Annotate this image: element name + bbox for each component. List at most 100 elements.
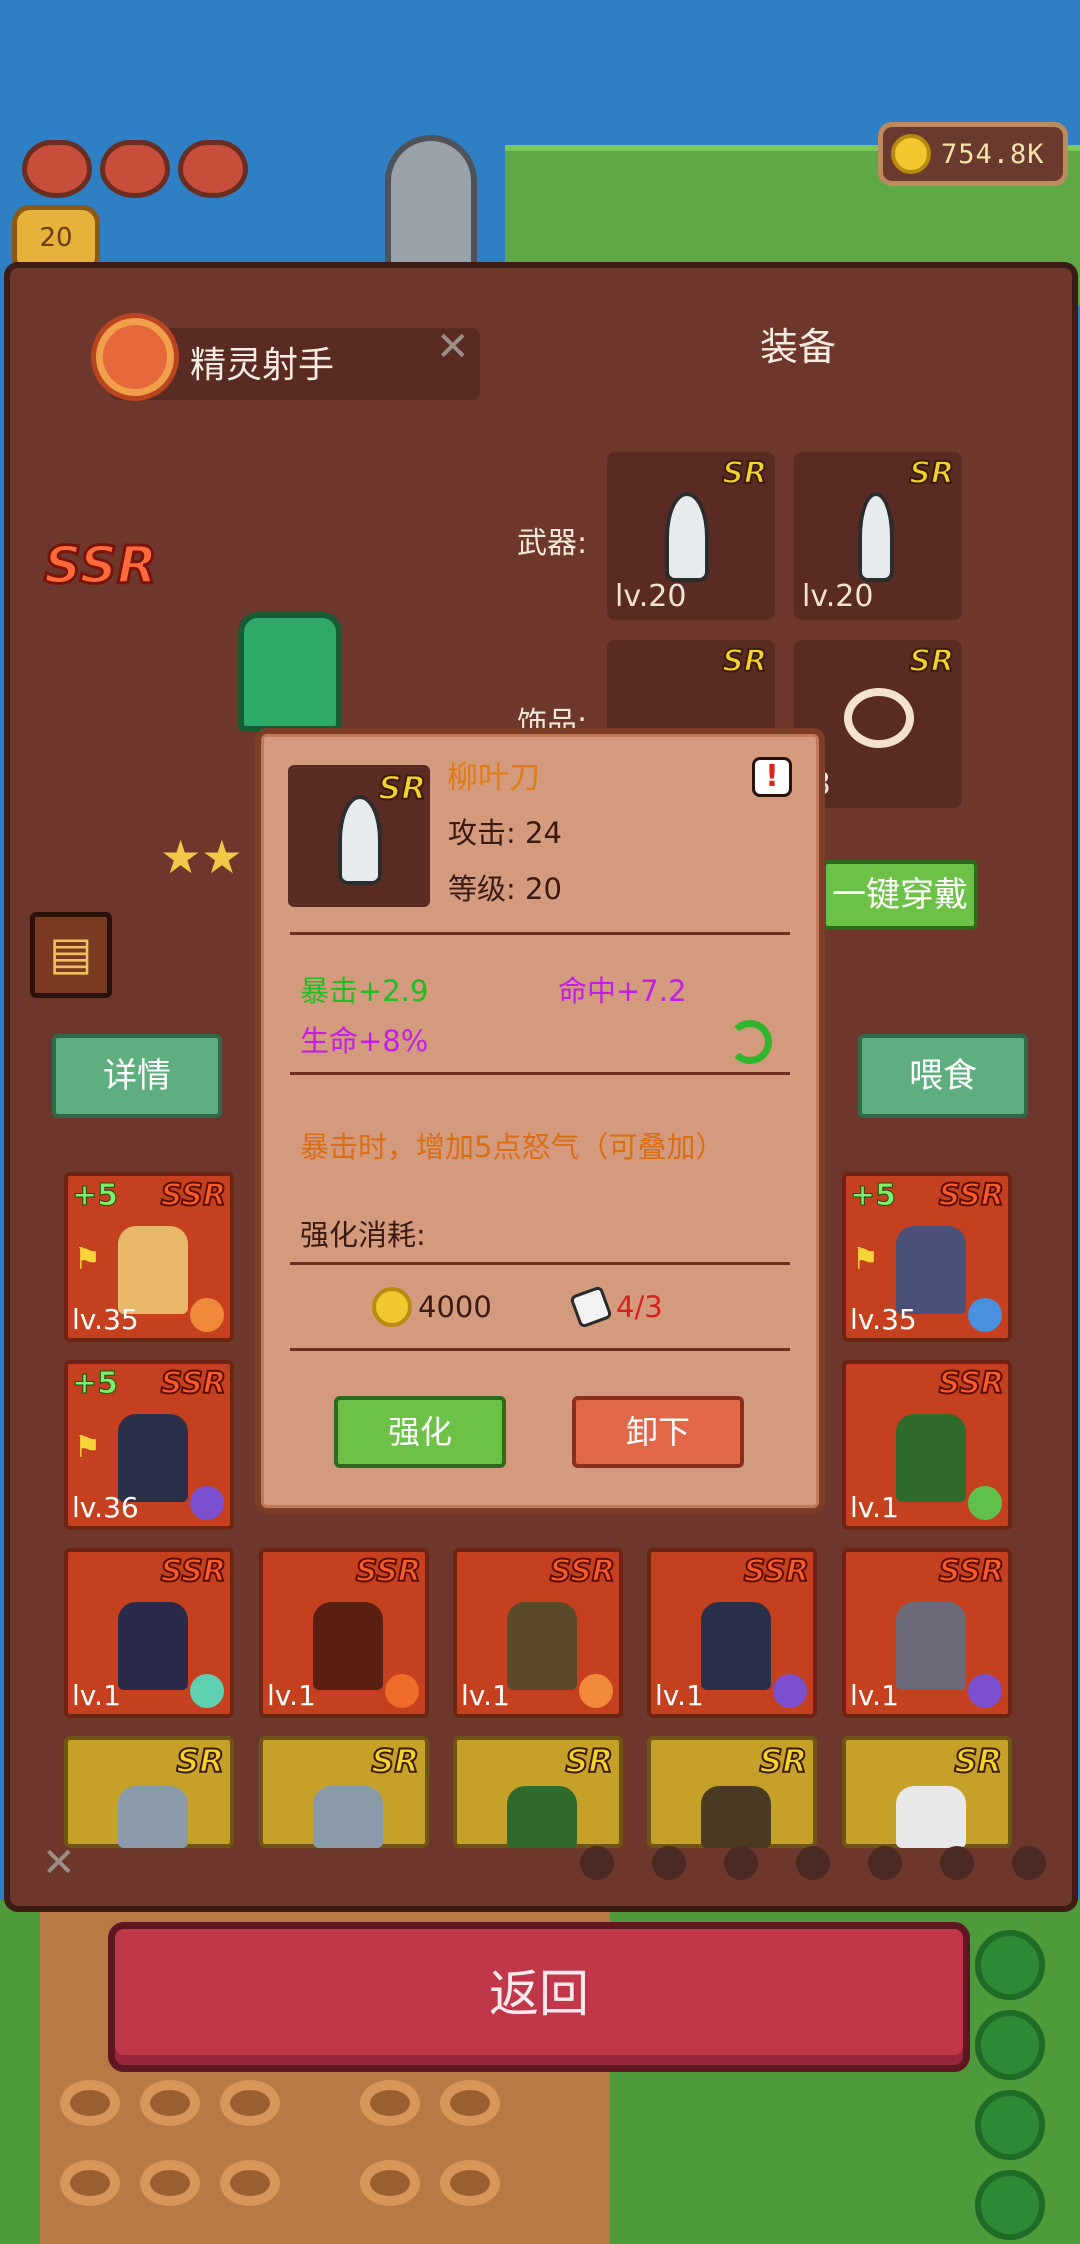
tab-feed[interactable]: 喂食 — [858, 1034, 1028, 1118]
hero-sprite — [238, 612, 342, 732]
farm-plot[interactable] — [360, 2160, 420, 2206]
flag-icon: ⚑ — [74, 1430, 101, 1465]
element-icon — [190, 1298, 224, 1332]
element-icon — [385, 1674, 419, 1708]
cost-stone: 4/3 — [616, 1290, 663, 1324]
divider — [290, 932, 790, 935]
unit-sprite — [896, 1414, 966, 1502]
unit-card[interactable]: SSR lv.1 — [64, 1548, 234, 1718]
flame-filter-icon[interactable] — [868, 1846, 902, 1880]
unit-sprite — [118, 1226, 188, 1314]
sword-icon — [338, 795, 382, 885]
filter-bar: ✕ — [20, 1840, 1060, 1890]
unit-card[interactable]: +5 SSR ⚑ lv.36 — [64, 1360, 234, 1530]
weapon-slot-1[interactable]: SR lv.20 — [607, 452, 775, 620]
bonus-hit: 命中+7.2 — [558, 974, 687, 1008]
upgrade-button[interactable]: 强化 — [334, 1396, 506, 1468]
bonus-crit: 暴击+2.9 — [300, 974, 429, 1008]
farm-plot[interactable] — [220, 2080, 280, 2126]
unit-sprite — [701, 1786, 771, 1848]
equipment-title: 装备 — [760, 325, 837, 369]
unit-level: lv.1 — [267, 1679, 316, 1712]
refresh-icon[interactable] — [728, 1020, 772, 1064]
unit-card[interactable]: SR — [842, 1736, 1012, 1848]
bonus-hp: 生命+8% — [300, 1024, 429, 1058]
coin-amount: 754.8K — [941, 138, 1045, 170]
cost-label: 强化消耗: — [300, 1218, 426, 1252]
heart-icon — [22, 140, 92, 198]
fire-filter-icon[interactable] — [580, 1846, 614, 1880]
element-icon — [190, 1674, 224, 1708]
unit-rarity: SR — [953, 1741, 1003, 1781]
unit-card[interactable]: SR — [259, 1736, 429, 1848]
rarity-tag: SR — [377, 768, 427, 808]
tab-detail[interactable]: 详情 — [52, 1034, 222, 1118]
unit-card[interactable]: SSR lv.1 — [647, 1548, 817, 1718]
item-attack: 攻击: 24 — [448, 816, 562, 850]
cycle-filter-icon[interactable] — [1012, 1846, 1046, 1880]
unit-card[interactable]: SR — [64, 1736, 234, 1848]
unit-card[interactable]: SSR lv.1 — [453, 1548, 623, 1718]
rarity-tag: SR — [721, 643, 768, 680]
weapon-slot-2[interactable]: SR lv.20 — [794, 452, 962, 620]
item-name: 柳叶刀 — [447, 760, 540, 796]
unit-card[interactable]: SSR lv.1 — [259, 1548, 429, 1718]
divider — [290, 1072, 790, 1075]
info-icon[interactable]: ! — [752, 757, 792, 797]
weapon-label: 武器: — [517, 526, 588, 561]
unit-sprite — [118, 1414, 188, 1502]
unit-rarity: SR — [370, 1741, 420, 1781]
close-icon[interactable]: ✕ — [436, 324, 470, 370]
unit-rarity: SSR — [938, 1177, 1005, 1214]
equip-all-button[interactable]: 一键穿戴 — [822, 860, 978, 930]
coin-icon — [891, 134, 931, 174]
water-filter-icon[interactable] — [724, 1846, 758, 1880]
unit-rarity: SSR — [549, 1553, 616, 1590]
clear-filter-icon[interactable]: ✕ — [42, 1840, 76, 1886]
unit-rarity: SSR — [160, 1553, 227, 1590]
farm-plot[interactable] — [60, 2160, 120, 2206]
unit-rarity: SSR — [743, 1553, 810, 1590]
dagger-icon — [858, 492, 894, 582]
unit-rarity: SSR — [355, 1553, 422, 1590]
earth-filter-icon[interactable] — [652, 1846, 686, 1880]
unequip-button[interactable]: 卸下 — [572, 1396, 744, 1468]
tree — [975, 1930, 1045, 2000]
return-button[interactable]: 返回 — [108, 1922, 970, 2072]
unit-card[interactable]: SSR lv.1 — [842, 1360, 1012, 1530]
unit-sprite — [701, 1602, 771, 1690]
unit-card[interactable]: +5 SSR ⚑ lv.35 — [842, 1172, 1012, 1342]
farm-plot[interactable] — [440, 2160, 500, 2206]
element-icon — [773, 1674, 807, 1708]
element-icon — [190, 1486, 224, 1520]
rarity-tag: SR — [721, 455, 768, 492]
unit-card[interactable]: SSR lv.1 — [842, 1548, 1012, 1718]
farm-plot[interactable] — [140, 2160, 200, 2206]
unit-upgrade-level: +5 — [849, 1178, 897, 1214]
sun-element-icon — [96, 318, 174, 396]
unit-sprite — [896, 1786, 966, 1848]
item-icon-frame: SR — [288, 765, 430, 907]
slot-level: lv.20 — [615, 579, 687, 614]
unit-card[interactable]: SR — [453, 1736, 623, 1848]
coin-counter: 754.8K — [878, 122, 1068, 186]
farm-plot[interactable] — [140, 2080, 200, 2126]
unit-card[interactable]: +5 SSR ⚑ lv.35 — [64, 1172, 234, 1342]
unit-level: lv.1 — [72, 1679, 121, 1712]
unit-sprite — [896, 1226, 966, 1314]
unit-upgrade-level: +5 — [71, 1366, 119, 1402]
unit-card[interactable]: SR — [647, 1736, 817, 1848]
farm-plot[interactable] — [440, 2080, 500, 2126]
wind-filter-icon[interactable] — [796, 1846, 830, 1880]
farm-plot[interactable] — [360, 2080, 420, 2126]
book-icon[interactable]: ▤ — [30, 912, 112, 998]
unit-rarity: SSR — [938, 1365, 1005, 1402]
farm-plot[interactable] — [220, 2160, 280, 2206]
gear-filter-icon[interactable] — [940, 1846, 974, 1880]
unit-sprite — [507, 1786, 577, 1848]
heart-icon — [178, 140, 248, 198]
slot-level: lv.20 — [802, 579, 874, 614]
unit-rarity: SR — [564, 1741, 614, 1781]
farm-plot[interactable] — [60, 2080, 120, 2126]
unit-sprite — [313, 1602, 383, 1690]
